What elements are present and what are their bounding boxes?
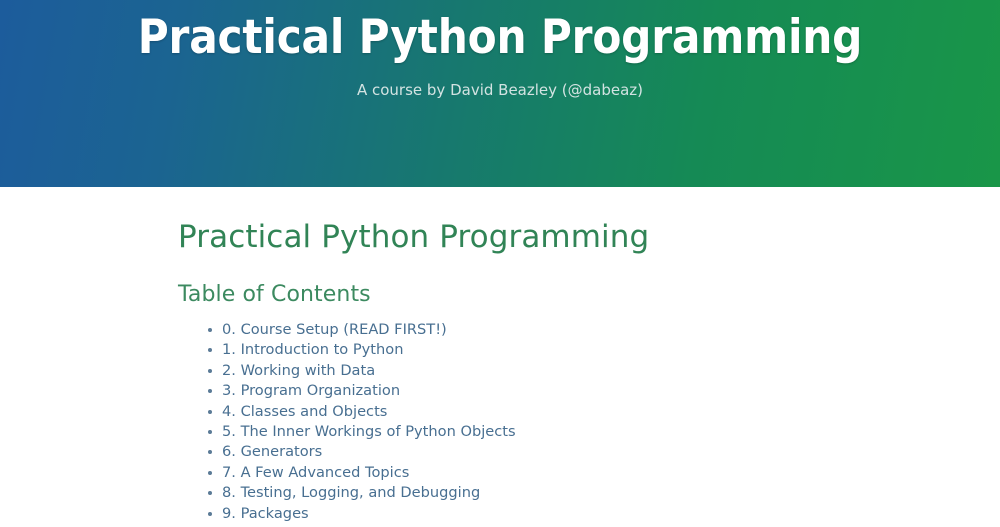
list-item: 6. Generators bbox=[208, 442, 824, 462]
site-subtitle: A course by David Beazley (@dabeaz) bbox=[356, 81, 644, 99]
toc-link[interactable]: 9. Packages bbox=[222, 505, 309, 522]
toc-link[interactable]: 3. Program Organization bbox=[222, 382, 400, 399]
toc-link[interactable]: 0. Course Setup (READ FIRST!) bbox=[222, 321, 447, 338]
bullet-icon bbox=[208, 491, 212, 496]
toc-link[interactable]: 1. Introduction to Python bbox=[222, 341, 403, 358]
toc-link[interactable]: 4. Classes and Objects bbox=[222, 403, 387, 420]
bullet-icon bbox=[208, 409, 212, 414]
toc-link[interactable]: 5. The Inner Workings of Python Objects bbox=[222, 423, 516, 440]
table-of-contents-heading: Table of Contents bbox=[178, 282, 371, 307]
list-item: 7. A Few Advanced Topics bbox=[208, 463, 824, 483]
list-item: 2. Working with Data bbox=[208, 361, 824, 381]
list-item: 1. Introduction to Python bbox=[208, 340, 824, 360]
list-item: 4. Classes and Objects bbox=[208, 402, 824, 422]
list-item: 0. Course Setup (READ FIRST!) bbox=[208, 320, 824, 340]
table-of-contents-list: 0. Course Setup (READ FIRST!) 1. Introdu… bbox=[178, 309, 824, 524]
page-title: Practical Python Programming bbox=[178, 219, 650, 255]
bullet-icon bbox=[208, 511, 212, 516]
page-main: Practical Python Programming Table of Co… bbox=[0, 187, 1000, 525]
list-item: 5. The Inner Workings of Python Objects bbox=[208, 422, 824, 442]
bullet-icon bbox=[208, 389, 212, 394]
site-title: Practical Python Programming bbox=[137, 10, 863, 65]
site-header: Practical Python Programming A course by… bbox=[0, 0, 1000, 187]
bullet-icon bbox=[208, 430, 212, 435]
toc-link[interactable]: 2. Working with Data bbox=[222, 362, 375, 379]
toc-link[interactable]: 7. A Few Advanced Topics bbox=[222, 464, 409, 481]
list-item: 3. Program Organization bbox=[208, 381, 824, 401]
list-item: 8. Testing, Logging, and Debugging bbox=[208, 483, 824, 503]
content-container: Practical Python Programming Table of Co… bbox=[176, 187, 824, 524]
bullet-icon bbox=[208, 368, 212, 373]
bullet-icon bbox=[208, 450, 212, 455]
list-item: 9. Packages bbox=[208, 504, 824, 524]
toc-link[interactable]: 6. Generators bbox=[222, 443, 322, 460]
bullet-icon bbox=[208, 348, 212, 353]
toc-link[interactable]: 8. Testing, Logging, and Debugging bbox=[222, 484, 480, 501]
bullet-icon bbox=[208, 328, 212, 332]
bullet-icon bbox=[208, 470, 212, 475]
